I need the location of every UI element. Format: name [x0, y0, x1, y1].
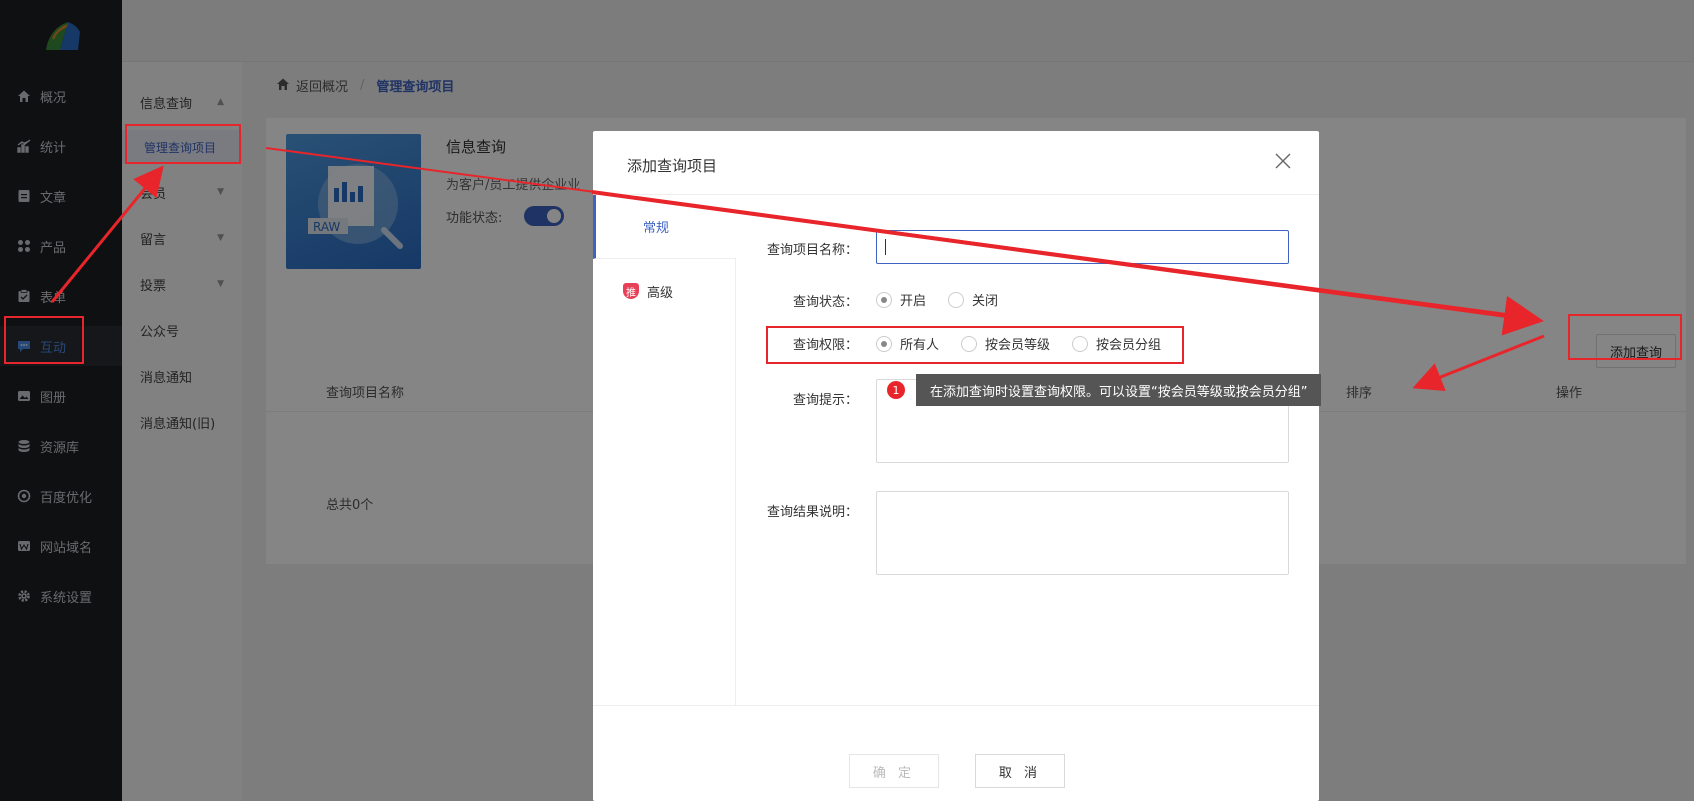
cancel-button[interactable]: 取 消 [975, 754, 1065, 788]
add-query-modal: 添加查询项目 常规 推 高级 查询项目名称： 查询状态： 开启 关闭 查询权限：… [593, 131, 1319, 801]
modal-title: 添加查询项目 [627, 157, 718, 175]
status-radio-group: 开启 关闭 [876, 290, 1020, 309]
radio-dot [948, 291, 965, 308]
close-icon[interactable] [1271, 149, 1295, 173]
highlight-box-nav [4, 316, 84, 364]
annotation-tooltip: 在添加查询时设置查询权限。可以设置“按会员等级或按会员分组” [916, 374, 1322, 406]
modal-tabs: 常规 推 高级 [593, 195, 736, 705]
result-label: 查询结果说明： [766, 505, 858, 520]
recommend-badge-icon: 推 [623, 283, 639, 299]
modal-footer: 确 定 取 消 [593, 705, 1319, 801]
confirm-button[interactable]: 确 定 [849, 754, 939, 788]
tab-label: 常规 [642, 221, 669, 236]
highlight-box-add-button [1568, 314, 1682, 360]
query-name-input[interactable] [876, 230, 1289, 264]
query-result-textarea[interactable] [876, 491, 1289, 575]
modal-header: 添加查询项目 [593, 131, 1319, 195]
status-radio-on[interactable]: 开启 [876, 290, 926, 309]
status-radio-off[interactable]: 关闭 [948, 290, 998, 309]
annotation-number-badge: 1 [886, 380, 906, 400]
name-label: 查询项目名称： [766, 243, 858, 258]
radio-dot [876, 291, 892, 308]
text-cursor [885, 239, 886, 255]
status-label: 查询状态： [792, 295, 858, 310]
highlight-box-permission [766, 326, 1184, 364]
highlight-box-subnav [125, 124, 241, 164]
radio-label: 关闭 [972, 294, 999, 309]
radio-label: 开启 [900, 294, 927, 309]
tab-label: 高级 [647, 285, 674, 301]
hint-label: 查询提示： [792, 393, 858, 408]
